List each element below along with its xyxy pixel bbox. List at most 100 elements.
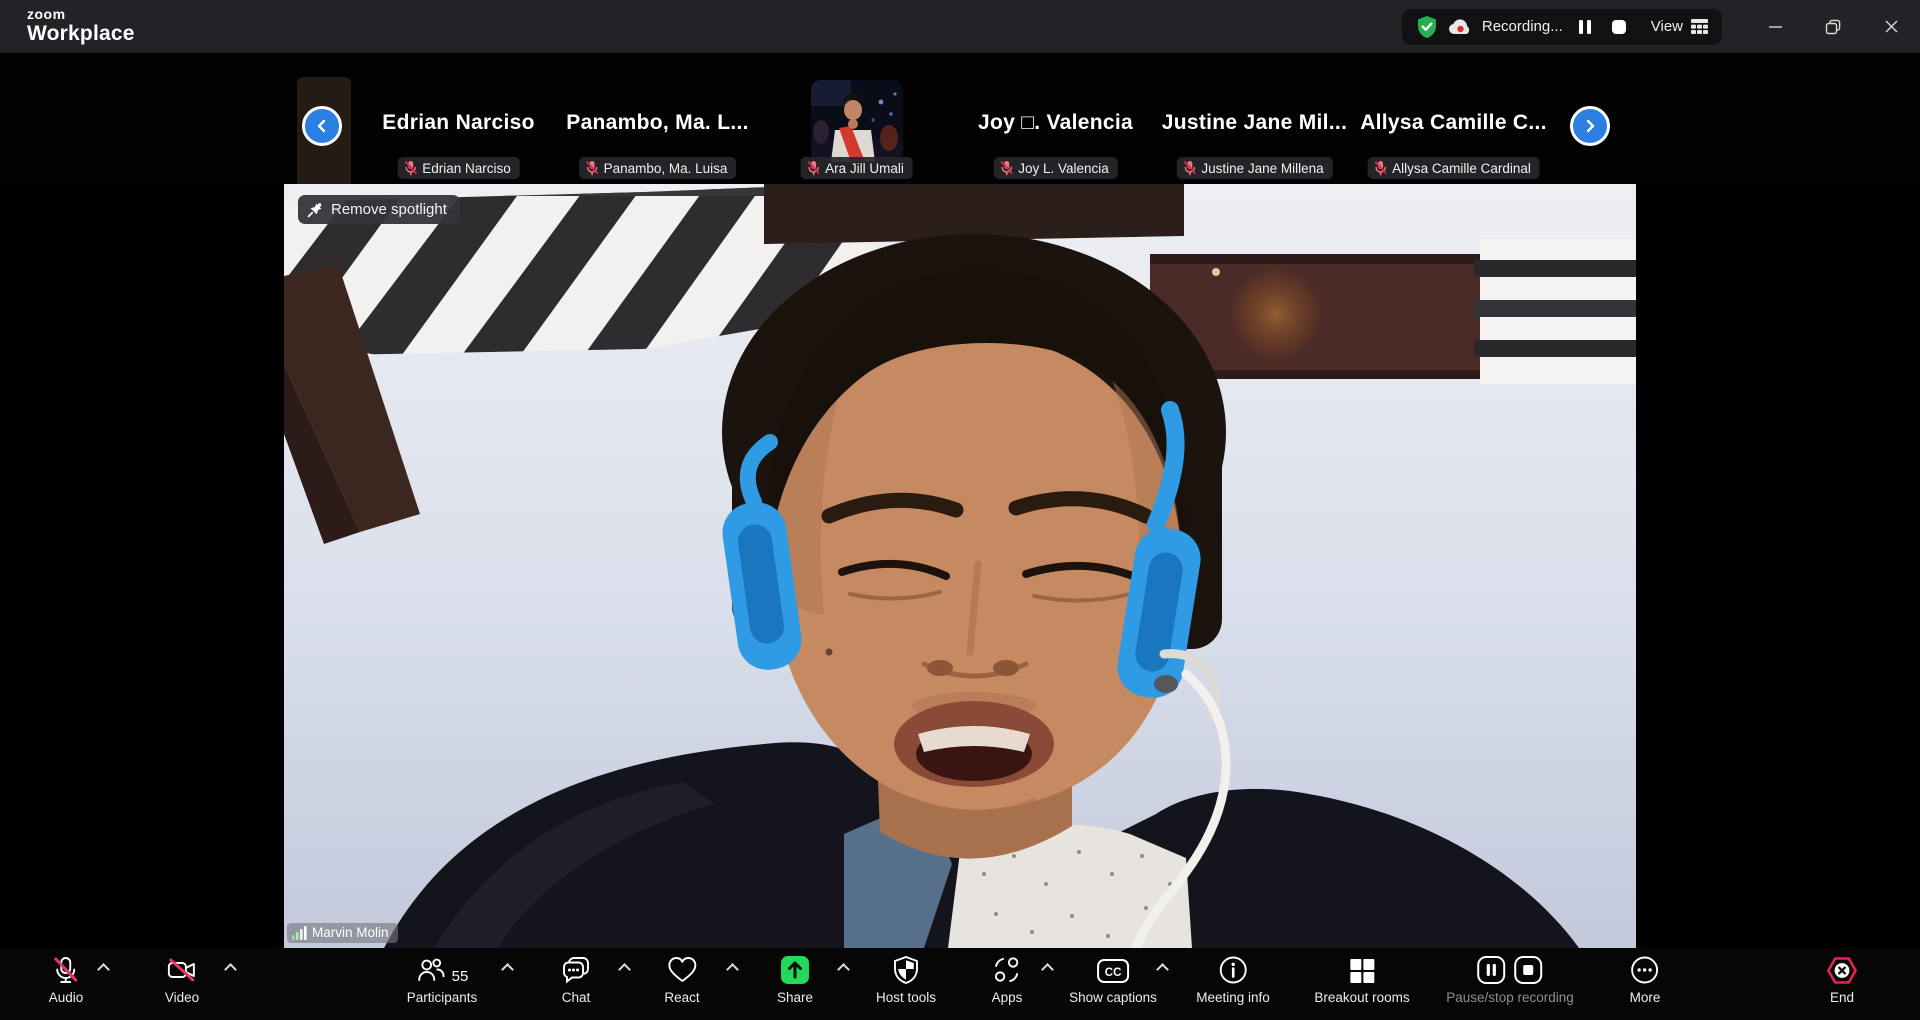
participant-chip-label: Panambo, Ma. Luisa: [604, 161, 728, 176]
muted-mic-icon: [585, 160, 599, 176]
participant-big-name: Allysa Camille C...: [1354, 111, 1553, 135]
participants-options-caret[interactable]: [501, 963, 514, 976]
video-options-caret[interactable]: [224, 963, 237, 976]
recording-label: Recording...: [1482, 18, 1563, 35]
video-label: Video: [165, 990, 199, 1005]
participant-filmstrip: Edrian Narciso Edrian Narciso Panambo, M…: [0, 53, 1920, 184]
react-label: React: [664, 990, 699, 1005]
logo-workplace-text: Workplace: [27, 23, 135, 44]
apps-icon: [992, 955, 1022, 985]
participant-big-name: Edrian Narciso: [359, 111, 558, 135]
react-options-caret[interactable]: [726, 963, 739, 976]
show-captions-label: Show captions: [1069, 990, 1157, 1005]
view-label: View: [1651, 18, 1683, 35]
participant-tile[interactable]: Edrian Narciso Edrian Narciso: [359, 53, 558, 184]
captions-options-caret[interactable]: [1156, 963, 1169, 976]
view-grid-icon: [1691, 19, 1708, 34]
closed-captions-icon: CC: [1096, 955, 1130, 985]
react-button[interactable]: React: [664, 955, 699, 1005]
close-window-button[interactable]: [1862, 0, 1920, 53]
participants-count: 55: [452, 968, 469, 985]
host-tools-label: Host tools: [876, 990, 936, 1005]
participant-chip-label: Ara Jill Umali: [825, 161, 904, 176]
muted-mic-icon: [403, 160, 417, 176]
participant-chip-label: Joy L. Valencia: [1018, 161, 1109, 176]
breakout-rooms-label: Breakout rooms: [1314, 990, 1409, 1005]
participant-tile-with-video[interactable]: Ara Jill Umali: [757, 53, 956, 184]
apps-button[interactable]: Apps: [992, 955, 1023, 1005]
show-captions-button[interactable]: CC Show captions: [1069, 955, 1157, 1005]
mic-muted-icon: [51, 955, 81, 985]
participant-tile[interactable]: Joy □. Valencia Joy L. Valencia: [956, 53, 1155, 184]
muted-mic-icon: [806, 160, 820, 176]
meeting-toolbar: Audio Video 55 Participants Chat: [0, 948, 1920, 1020]
chat-label: Chat: [562, 990, 591, 1005]
chat-button[interactable]: Chat: [560, 955, 592, 1005]
participant-tile[interactable]: Panambo, Ma. L... Panambo, Ma. Luisa: [558, 53, 757, 184]
host-tools-shield-icon: [892, 955, 920, 985]
share-label: Share: [777, 990, 813, 1005]
spotlight-pin-icon: [307, 202, 323, 218]
participants-icon: [416, 955, 446, 985]
pause-recording-button[interactable]: [1573, 15, 1597, 39]
video-button[interactable]: Video: [165, 955, 199, 1005]
zoom-meeting-window: zoom Workplace Recording... View: [0, 0, 1920, 1020]
pause-recording-toolbar-button[interactable]: [1476, 955, 1506, 985]
remove-spotlight-button[interactable]: Remove spotlight: [298, 195, 460, 224]
participant-big-name: Justine Jane Mil...: [1155, 111, 1354, 135]
muted-mic-icon: [1182, 160, 1196, 176]
participant-name-chip: Edrian Narciso: [397, 157, 520, 179]
stop-recording-button[interactable]: [1607, 15, 1631, 39]
end-label: End: [1830, 990, 1854, 1005]
restore-button[interactable]: [1804, 0, 1862, 53]
host-tools-button[interactable]: Host tools: [876, 955, 936, 1005]
filmstrip-next-button[interactable]: [1570, 106, 1610, 146]
participant-tile[interactable]: Allysa Camille C... Allysa Camille Cardi…: [1354, 53, 1553, 184]
filmstrip-previous-button[interactable]: [302, 106, 342, 146]
speaker-name-chip: Marvin Molin: [287, 923, 398, 943]
more-button[interactable]: More: [1630, 955, 1661, 1005]
end-meeting-button[interactable]: End: [1826, 955, 1858, 1005]
participant-name-chip: Panambo, Ma. Luisa: [579, 157, 737, 179]
chat-options-caret[interactable]: [618, 963, 631, 976]
camera-muted-icon: [166, 955, 198, 985]
heart-icon: [666, 955, 698, 985]
muted-mic-icon: [1373, 160, 1387, 176]
apps-options-caret[interactable]: [1041, 963, 1054, 976]
spotlight-video[interactable]: Remove spotlight Marvin Molin: [284, 184, 1636, 948]
participant-name-chip: Allysa Camille Cardinal: [1367, 157, 1540, 179]
participant-name-chip: Justine Jane Millena: [1176, 157, 1332, 179]
view-button[interactable]: View: [1651, 18, 1708, 35]
chat-icon: [560, 955, 592, 985]
share-options-caret[interactable]: [837, 963, 850, 976]
apps-label: Apps: [992, 990, 1023, 1005]
audio-options-caret[interactable]: [97, 963, 110, 976]
audio-button[interactable]: Audio: [49, 955, 84, 1005]
participants-button[interactable]: 55 Participants: [407, 955, 478, 1005]
muted-mic-icon: [999, 160, 1013, 176]
participant-big-name: Joy □. Valencia: [956, 111, 1155, 135]
speaker-name-label: Marvin Molin: [312, 925, 389, 940]
participant-name-chip: Joy L. Valencia: [993, 157, 1118, 179]
security-shield-icon[interactable]: [1416, 15, 1438, 39]
audio-level-icon: [292, 926, 307, 940]
pause-stop-recording-control: Pause/stop recording: [1446, 955, 1574, 1005]
more-dots-icon: [1630, 955, 1660, 985]
share-button[interactable]: Share: [777, 955, 813, 1005]
participant-tile[interactable]: Justine Jane Mil... Justine Jane Millena: [1155, 53, 1354, 184]
more-label: More: [1630, 990, 1661, 1005]
end-meeting-icon: [1826, 955, 1858, 985]
logo-zoom-text: zoom: [27, 7, 135, 21]
breakout-rooms-button[interactable]: Breakout rooms: [1314, 955, 1409, 1005]
participants-label: Participants: [407, 990, 478, 1005]
filmstrip-tiles: Edrian Narciso Edrian Narciso Panambo, M…: [359, 53, 1555, 184]
meeting-info-button[interactable]: Meeting info: [1196, 955, 1270, 1005]
participant-name-chip: Ara Jill Umali: [800, 157, 913, 179]
svg-text:CC: CC: [1105, 967, 1122, 979]
pause-stop-recording-label: Pause/stop recording: [1446, 990, 1574, 1005]
zoom-workplace-logo: zoom Workplace: [27, 7, 135, 44]
breakout-rooms-icon: [1348, 955, 1376, 985]
minimize-button[interactable]: [1746, 0, 1804, 53]
stop-recording-toolbar-button[interactable]: [1513, 955, 1543, 985]
participant-big-name: Panambo, Ma. L...: [558, 111, 757, 135]
